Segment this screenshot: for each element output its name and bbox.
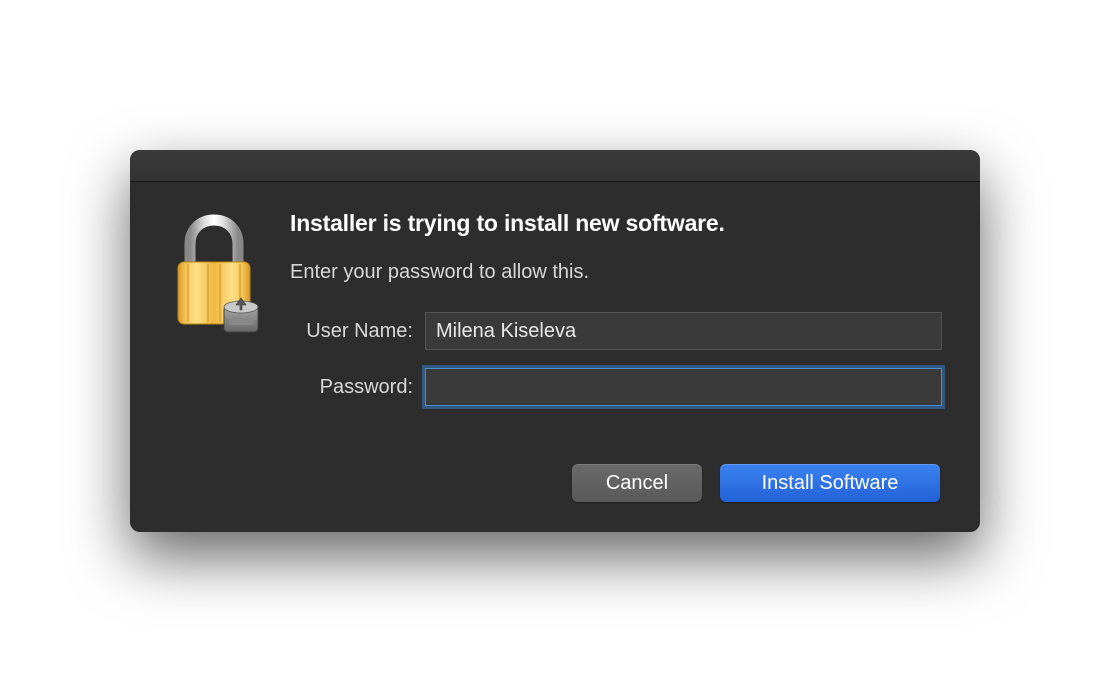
- auth-dialog: Installer is trying to install new softw…: [130, 150, 980, 532]
- password-row: Password:: [290, 368, 942, 406]
- button-row: Cancel Install Software: [290, 464, 942, 502]
- install-software-button[interactable]: Install Software: [720, 464, 940, 502]
- titlebar: [130, 150, 980, 182]
- dialog-content: Installer is trying to install new softw…: [130, 182, 980, 532]
- lock-icon: [168, 214, 260, 334]
- text-column: Installer is trying to install new softw…: [290, 210, 942, 502]
- username-field[interactable]: [425, 312, 942, 350]
- dialog-heading: Installer is trying to install new softw…: [290, 210, 942, 237]
- username-label: User Name:: [290, 320, 425, 343]
- password-field[interactable]: [425, 368, 942, 406]
- password-label: Password:: [290, 376, 425, 399]
- cancel-button[interactable]: Cancel: [572, 464, 702, 502]
- icon-column: [168, 210, 260, 502]
- username-row: User Name:: [290, 312, 942, 350]
- dialog-subheading: Enter your password to allow this.: [290, 261, 942, 284]
